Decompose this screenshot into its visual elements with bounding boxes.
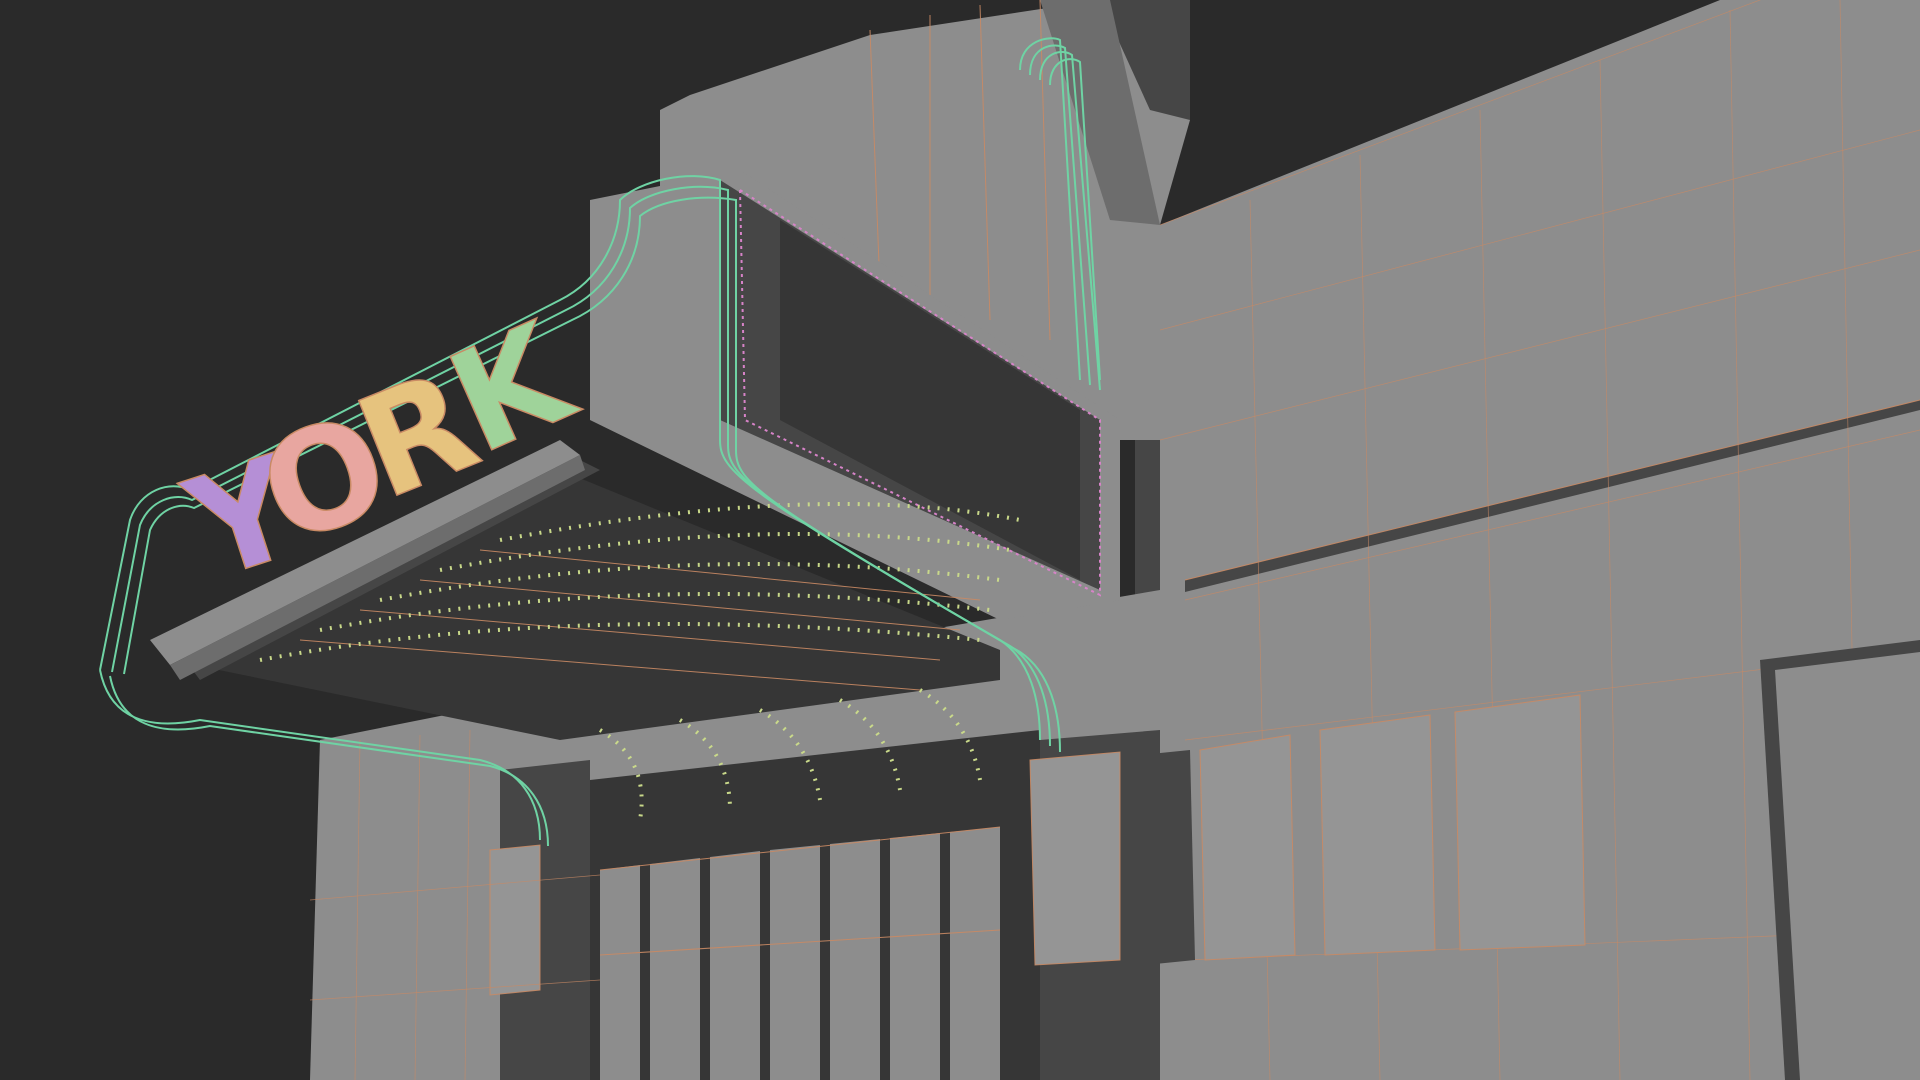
- right-building-block: [1135, 0, 1920, 1080]
- 3d-viewport[interactable]: Y O R K: [0, 0, 1920, 1080]
- entrance-doors: [599, 826, 1001, 1080]
- theater-facade-wireframe-model[interactable]: Y O R K: [0, 0, 1920, 1080]
